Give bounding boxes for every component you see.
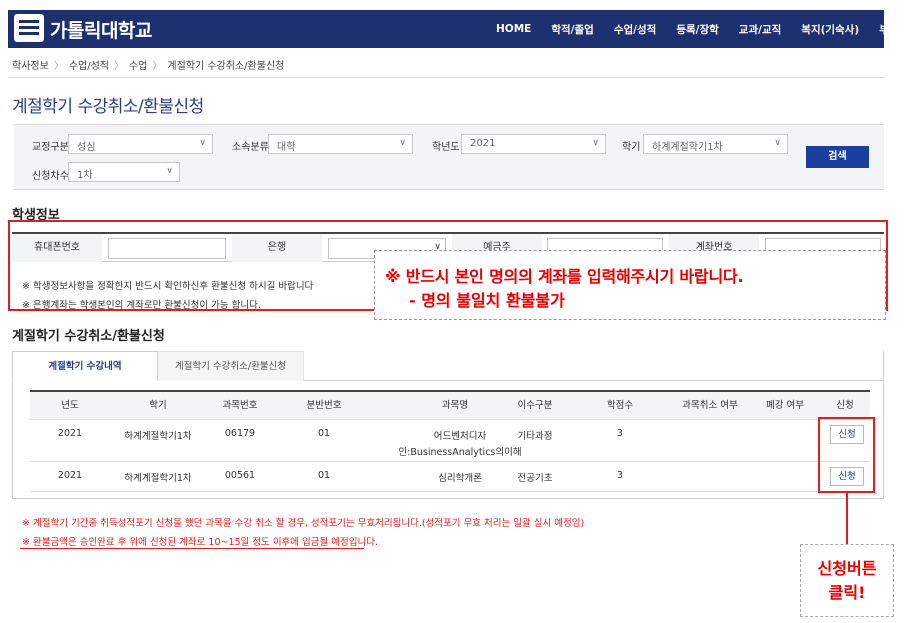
round-label: 신청차수	[32, 171, 69, 182]
cell-course-code: 06179	[224, 428, 256, 439]
term-label: 학기	[622, 142, 641, 153]
year-value: 2021	[470, 138, 496, 149]
click-callout: 신청버튼 클릭!	[800, 544, 894, 617]
year-select[interactable]: 2021 ∨	[461, 134, 606, 154]
footer-note: ※ 환불금액은 승인완료 후 위에 신청된 계좌로 10~15일 정도 이후에 …	[22, 537, 379, 548]
nav-classes-grades[interactable]: 수업/성적	[614, 22, 656, 37]
dept-label: 소속분류	[232, 142, 269, 153]
cell-type: 전공기초	[517, 473, 553, 484]
highlight-box	[818, 417, 875, 493]
breadcrumb-item[interactable]: 학사정보	[12, 57, 49, 72]
chevron-down-icon: ∨	[774, 138, 781, 148]
divider	[20, 548, 364, 549]
search-button[interactable]: 검색	[806, 146, 869, 168]
breadcrumb-item[interactable]: 수업	[129, 57, 147, 72]
nav-tuition-scholarship[interactable]: 등록/장학	[676, 22, 718, 37]
cell-year: 2021	[57, 428, 83, 439]
cell-course-code: 00561	[224, 470, 256, 481]
cell-credits: 3	[616, 470, 624, 481]
dept-value: 대학	[277, 142, 296, 153]
account-warning-note: ※ 반드시 본인 명의의 계좌를 입력해주시기 바랍니다. - 명의 불일치 환…	[374, 250, 886, 320]
cell-term: 하계계절학기1차	[124, 473, 192, 484]
tab-cancel-refund[interactable]: 계절학기 수강취소/환불신청	[158, 351, 304, 381]
callout-line: 신청버튼	[817, 559, 877, 578]
chevron-down-icon: ∨	[199, 138, 206, 148]
nav-home[interactable]: HOME	[496, 23, 531, 35]
col-term: 학기	[149, 400, 167, 411]
term-value: 하계계절학기1차	[652, 142, 723, 153]
col-credits: 학점수	[606, 400, 634, 411]
round-select[interactable]: 1차 ∨	[68, 162, 180, 182]
footer-note: ※ 계절학기 기간중 취득성적포기 신청을 했던 과목을 수강 취소 할 경우,…	[22, 518, 585, 529]
course-name-line: 인:BusinessAnalytics의이해	[398, 447, 522, 458]
callout-line: 클릭!	[828, 583, 866, 602]
campus-value: 성심	[77, 142, 96, 153]
chevron-right-icon: 〉	[152, 61, 163, 72]
warning-line: ※ 반드시 본인 명의의 계좌를 입력해주시기 바랍니다.	[385, 267, 744, 286]
logo-text[interactable]: 가톨릭대학교	[50, 16, 152, 43]
chevron-right-icon: 〉	[53, 61, 64, 72]
chevron-down-icon: ∨	[399, 138, 406, 148]
cell-term: 하계계절학기1차	[124, 431, 192, 442]
term-select[interactable]: 하계계절학기1차 ∨	[643, 134, 788, 154]
chevron-down-icon: ∨	[592, 138, 599, 148]
col-type: 이수구분	[517, 400, 553, 411]
nav-curriculum[interactable]: 교과/교직	[739, 22, 781, 37]
nav-welfare[interactable]: 복지(기숙사)	[801, 22, 859, 37]
breadcrumb-item[interactable]: 수업/성적	[69, 57, 109, 72]
nav-academic-records[interactable]: 학적/졸업	[551, 22, 593, 37]
col-course-code: 과목번호	[222, 400, 258, 411]
dept-select[interactable]: 대학 ∨	[268, 134, 413, 154]
top-header: 가톨릭대학교 HOME 학적/졸업 수업/성적 등록/장학 교과/교직 복지(기…	[8, 10, 906, 48]
page-title: 계절학기 수강취소/환불신청	[12, 97, 204, 117]
divider	[8, 77, 884, 78]
col-section: 분반번호	[306, 400, 342, 411]
col-apply: 신청	[836, 400, 854, 411]
col-year: 년도	[61, 400, 79, 411]
pointer-line	[846, 492, 848, 544]
cell-year: 2021	[57, 470, 83, 481]
cell-credits: 3	[616, 428, 624, 439]
campus-select[interactable]: 성심 ∨	[68, 134, 213, 154]
chevron-right-icon: 〉	[113, 61, 124, 72]
cell-type: 기타과정	[517, 431, 553, 442]
table-row: 2021 하계계절학기1차 00561 01 심리학개론 전공기초 3 신청	[30, 462, 870, 492]
breadcrumb: 학사정보 〉 수업/성적 〉 수업 〉 계절학기 수강취소/환불신청	[12, 57, 284, 72]
nav-affiliated[interactable]: 부속기관	[879, 22, 906, 37]
cancel-section-title: 계절학기 수강취소/환불신청	[12, 329, 165, 344]
col-closed: 폐강 여부	[766, 400, 804, 411]
university-logo-icon[interactable]	[14, 14, 44, 42]
year-label: 학년도	[432, 142, 460, 153]
breadcrumb-item: 계절학기 수강취소/환불신청	[167, 61, 285, 72]
round-value: 1차	[77, 170, 93, 181]
tab-enrollment-history[interactable]: 계절학기 수강내역	[12, 351, 158, 381]
main-nav: HOME 학적/졸업 수업/성적 등록/장학 교과/교직 복지(기숙사) 부속기…	[496, 10, 906, 48]
campus-label: 교정구분	[32, 142, 69, 153]
warning-line: - 명의 불일치 환불불가	[409, 291, 565, 310]
col-cancelled: 과목취소 여부	[682, 400, 738, 411]
chevron-down-icon: ∨	[166, 166, 173, 176]
table-row: 2021 하계계절학기1차 06179 01 어드벤처디자 인:Business…	[30, 420, 870, 462]
table-header: 년도 학기 과목번호 분반번호 과목명 이수구분 학점수 과목취소 여부 폐강 …	[30, 390, 870, 420]
